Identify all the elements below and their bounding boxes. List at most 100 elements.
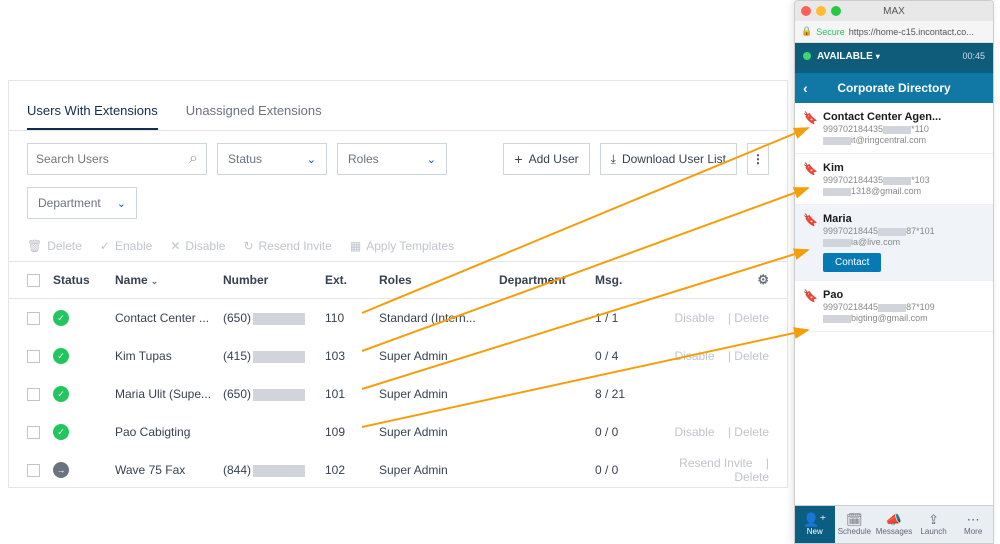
cell-number: (650) <box>223 311 325 325</box>
table-row[interactable]: ✓Kim Tupas(415)103Super Admin0 / 4Disabl… <box>9 337 787 375</box>
redacted <box>823 315 851 323</box>
admin-panel: Users With Extensions Unassigned Extensi… <box>8 80 788 488</box>
row-checkbox[interactable] <box>27 388 40 401</box>
row-action-1[interactable]: Disable <box>674 311 714 325</box>
directory-item[interactable]: 🔖Maria9997021844587*101ia@live.comContac… <box>795 205 993 281</box>
filter-status[interactable]: Status ⌄ <box>217 143 327 175</box>
contact-name: Contact Center Agen... <box>823 111 983 123</box>
search-users-box[interactable]: ⌕ <box>27 143 207 175</box>
directory-list[interactable]: 🔖Contact Center Agen...999702184435*110i… <box>795 103 993 505</box>
cell-role: Super Admin <box>379 425 499 439</box>
table-row[interactable]: ✓Maria Ulit (Supe...(650)101Super Admin8… <box>9 375 787 413</box>
bulk-delete: 🗑 Delete <box>27 239 82 253</box>
cell-msg: 0 / 4 <box>595 349 655 363</box>
redacted <box>253 351 305 363</box>
filter-row-2: Department ⌄ <box>9 187 787 231</box>
directory-item[interactable]: 🔖Kim999702184435*1031318@gmail.com <box>795 154 993 205</box>
megaphone-icon: 📣 <box>886 513 902 526</box>
status-badge: ✓ <box>53 310 69 326</box>
download-user-list-button[interactable]: ⤓ Download User List <box>600 143 737 175</box>
cell-role: Super Admin <box>379 349 499 363</box>
filter-dept-label: Department <box>38 196 101 210</box>
table-row[interactable]: ✓Contact Center ...(650)110Standard (Int… <box>9 299 787 337</box>
row-action-1[interactable]: Resend Invite <box>679 456 752 470</box>
cell-ext: 101 <box>325 387 379 401</box>
tab-users-with-extensions[interactable]: Users With Extensions <box>27 93 158 130</box>
presence-dot-icon <box>803 52 811 60</box>
th-status[interactable]: Status <box>53 273 115 287</box>
row-checkbox[interactable] <box>27 464 40 477</box>
row-action-1[interactable]: Disable <box>674 349 714 363</box>
table-row[interactable]: →Wave 75 Fax(844)102Super Admin0 / 0Rese… <box>9 451 787 489</box>
cell-ext: 110 <box>325 311 379 325</box>
status-badge: ✓ <box>53 348 69 364</box>
row-action-1[interactable]: Disable <box>674 425 714 439</box>
footer-launch[interactable]: ⇪Launch <box>914 506 954 543</box>
footer-new[interactable]: 👤⁺New <box>795 506 835 543</box>
contact-phone: 9997021844587*109 <box>823 302 983 312</box>
row-action-2[interactable]: | Delete <box>725 311 769 325</box>
directory-item[interactable]: 🔖Pao9997021844587*109bigting@gmail.com <box>795 281 993 332</box>
contact-phone: 9997021844587*101 <box>823 226 983 236</box>
contact-button[interactable]: Contact <box>823 253 881 272</box>
th-ext[interactable]: Ext. <box>325 273 379 287</box>
bookmark-icon: 🔖 <box>803 162 818 176</box>
table-body: ✓Contact Center ...(650)110Standard (Int… <box>9 299 787 489</box>
cell-name: Pao Cabigting <box>115 425 223 439</box>
more-actions-button[interactable]: ⋮ <box>747 143 769 175</box>
filter-roles[interactable]: Roles ⌄ <box>337 143 447 175</box>
tabs: Users With Extensions Unassigned Extensi… <box>9 93 787 131</box>
search-users-input[interactable] <box>36 152 189 166</box>
status-badge: ✓ <box>53 386 69 402</box>
bookmark-icon: 🔖 <box>803 111 818 125</box>
footer-more[interactable]: ⋯More <box>953 506 993 543</box>
filter-roles-label: Roles <box>348 152 379 166</box>
bookmark-icon: 🔖 <box>803 213 818 227</box>
select-all-checkbox[interactable] <box>27 274 40 287</box>
availability-button[interactable]: AVAILABLE▾ <box>817 51 880 62</box>
row-action-2[interactable]: | Delete <box>725 425 769 439</box>
cell-name: Maria Ulit (Supe... <box>115 387 223 401</box>
table-row[interactable]: ✓Pao Cabigting109Super Admin0 / 0Disable… <box>9 413 787 451</box>
th-name[interactable]: Name⌄ <box>115 273 223 287</box>
cell-name: Kim Tupas <box>115 349 223 363</box>
th-roles[interactable]: Roles <box>379 273 499 287</box>
cell-number: (415) <box>223 349 325 363</box>
cell-ext: 102 <box>325 463 379 477</box>
contact-email: it@ringcentral.com <box>823 135 983 145</box>
add-user-label: Add User <box>529 152 579 166</box>
tab-unassigned-extensions[interactable]: Unassigned Extensions <box>186 93 322 130</box>
row-checkbox[interactable] <box>27 426 40 439</box>
chevron-down-icon: ⌄ <box>427 153 436 166</box>
cell-ext: 109 <box>325 425 379 439</box>
new-icon: 👤⁺ <box>803 513 826 526</box>
url-bar[interactable]: 🔒 Secure https://home-c15.incontact.co..… <box>795 21 993 43</box>
lock-icon: 🔒 <box>801 26 812 37</box>
th-msg[interactable]: Msg. <box>595 273 655 287</box>
directory-title: Corporate Directory <box>837 81 950 95</box>
url-text: https://home-c15.incontact.co... <box>849 27 974 37</box>
th-number[interactable]: Number <box>223 273 325 287</box>
footer-schedule[interactable]: 🗓Schedule <box>835 506 875 543</box>
redacted <box>823 137 851 145</box>
add-user-button[interactable]: + Add User <box>503 143 589 175</box>
bulk-apply-templates: ▦ Apply Templates <box>350 239 454 253</box>
contact-email: ia@live.com <box>823 237 983 247</box>
download-icon: ⤓ <box>611 152 616 167</box>
th-dept[interactable]: Department <box>499 273 595 287</box>
filter-department[interactable]: Department ⌄ <box>27 187 137 219</box>
more-icon: ⋯ <box>967 513 980 526</box>
footer-messages[interactable]: 📣Messages <box>874 506 914 543</box>
row-action-2[interactable]: | Delete <box>725 349 769 363</box>
row-checkbox[interactable] <box>27 350 40 363</box>
redacted <box>878 304 906 312</box>
back-button[interactable]: ‹ <box>803 80 808 96</box>
max-footer: 👤⁺New 🗓Schedule 📣Messages ⇪Launch ⋯More <box>795 505 993 543</box>
cell-number: (844) <box>223 463 325 477</box>
contact-phone: 999702184435*110 <box>823 124 983 134</box>
row-checkbox[interactable] <box>27 312 40 325</box>
gear-icon[interactable]: ⚙ <box>757 272 769 287</box>
directory-item[interactable]: 🔖 Contact Center Agen...999702184435*110i… <box>795 103 993 154</box>
status-badge: → <box>53 462 69 478</box>
cell-msg: 0 / 0 <box>595 425 655 439</box>
